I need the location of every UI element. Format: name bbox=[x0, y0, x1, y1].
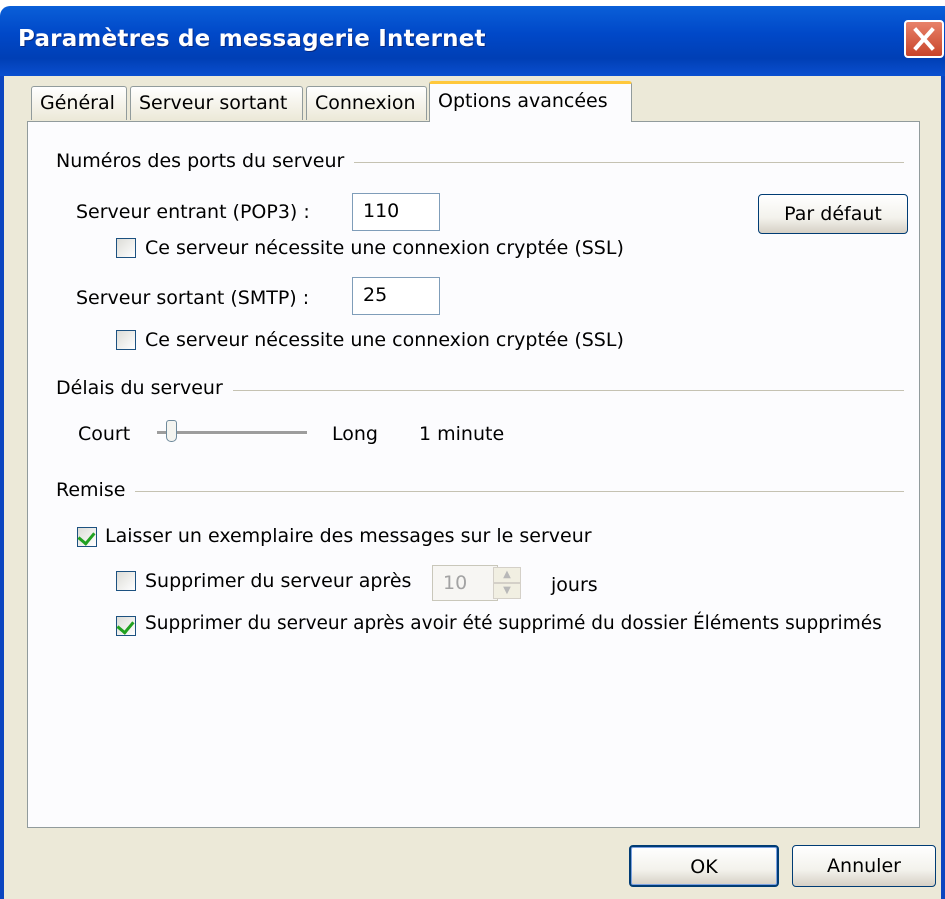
outgoing-port-input[interactable]: 25 bbox=[352, 277, 440, 315]
delivery-group-line bbox=[60, 491, 904, 492]
days-spinner[interactable]: ▲ ▼ bbox=[493, 567, 521, 599]
timeout-short-label: Court bbox=[78, 423, 131, 445]
remove-after-checkbox[interactable] bbox=[116, 571, 136, 591]
window-border-right bbox=[941, 76, 945, 899]
window-border-left bbox=[0, 76, 4, 899]
leave-copy-label: Laisser un exemplaire des messages sur l… bbox=[105, 525, 592, 547]
checkmark-icon bbox=[116, 616, 135, 635]
timeout-slider-thumb[interactable] bbox=[166, 420, 177, 442]
days-label: jours bbox=[551, 574, 598, 596]
remove-after-label: Supprimer du serveur après bbox=[145, 570, 412, 592]
ports-group-title: Numéros des ports du serveur bbox=[56, 150, 355, 172]
outgoing-port-label: Serveur sortant (SMTP) : bbox=[76, 287, 310, 309]
incoming-ssl-label: Ce serveur nécessite une connexion crypt… bbox=[145, 237, 624, 259]
outgoing-ssl-label: Ce serveur nécessite une connexion crypt… bbox=[145, 329, 624, 351]
close-icon bbox=[913, 27, 935, 51]
checkmark-icon bbox=[77, 527, 96, 546]
remove-when-deleted-label: Supprimer du serveur après avoir été sup… bbox=[145, 613, 882, 634]
remove-after-days-input[interactable]: 10 bbox=[432, 565, 498, 601]
incoming-port-label: Serveur entrant (POP3) : bbox=[76, 201, 310, 223]
ok-button[interactable]: OK bbox=[629, 845, 779, 887]
remove-when-deleted-checkbox[interactable] bbox=[116, 616, 136, 636]
outgoing-ssl-checkbox[interactable] bbox=[116, 330, 136, 350]
tab-connection[interactable]: Connexion bbox=[306, 86, 427, 120]
timeout-value-label: 1 minute bbox=[419, 423, 505, 445]
leave-copy-checkbox[interactable] bbox=[77, 527, 97, 547]
timeouts-group-title: Délais du serveur bbox=[56, 377, 233, 399]
spin-up-icon[interactable]: ▲ bbox=[493, 567, 521, 583]
tab-advanced-options[interactable]: Options avancées bbox=[429, 81, 632, 122]
incoming-port-input[interactable]: 110 bbox=[352, 193, 440, 231]
tab-outgoing-server[interactable]: Serveur sortant bbox=[130, 86, 303, 120]
timeout-slider-track[interactable] bbox=[157, 431, 307, 435]
close-button[interactable] bbox=[904, 20, 944, 58]
default-button[interactable]: Par défaut bbox=[758, 194, 908, 234]
incoming-ssl-checkbox[interactable] bbox=[116, 238, 136, 258]
window-title: Paramètres de messagerie Internet bbox=[18, 26, 486, 52]
timeout-long-label: Long bbox=[332, 423, 378, 445]
spin-down-icon[interactable]: ▼ bbox=[493, 583, 521, 599]
tab-general[interactable]: Général bbox=[31, 86, 127, 120]
delivery-group-title: Remise bbox=[56, 479, 136, 501]
cancel-button[interactable]: Annuler bbox=[792, 845, 936, 887]
